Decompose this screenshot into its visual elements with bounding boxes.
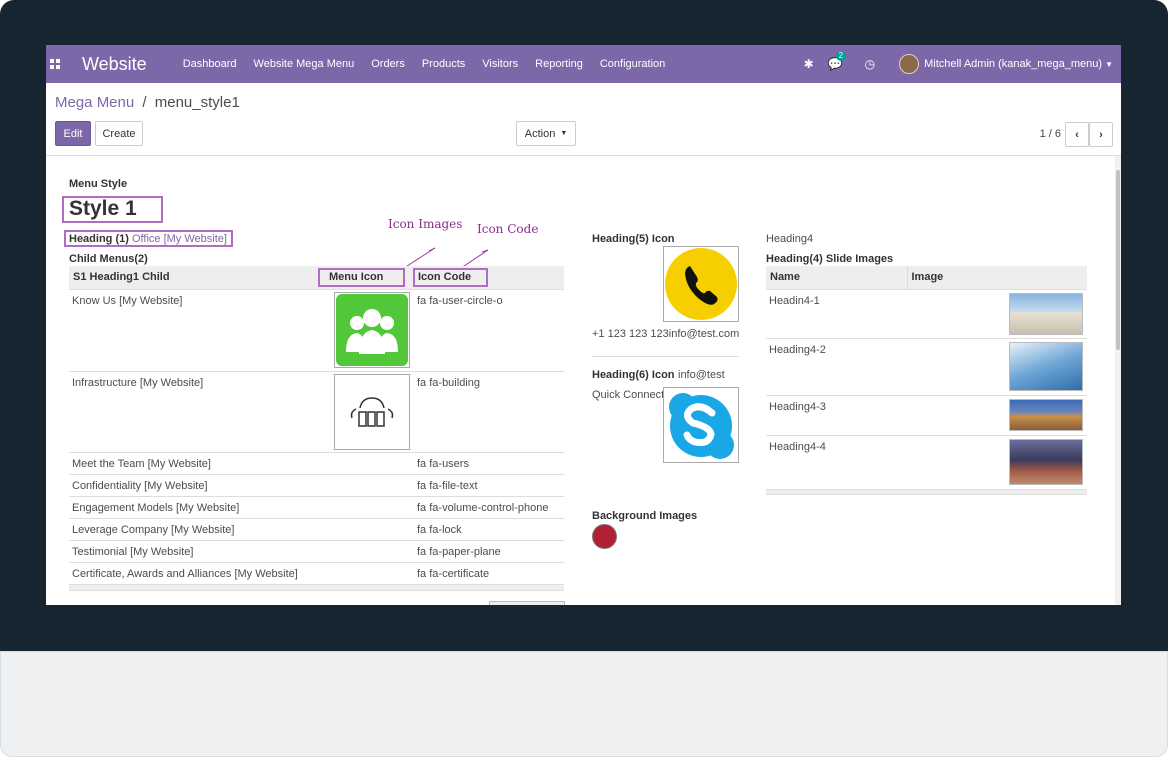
row-name: Engagement Models [My Website]: [69, 496, 317, 519]
row-code: fa fa-volume-control-phone: [412, 496, 564, 519]
table-row[interactable]: Certificate, Awards and Alliances [My We…: [69, 562, 564, 585]
messages-badge: 2: [835, 51, 847, 61]
row-code: fa fa-paper-plane: [412, 540, 564, 563]
bug-icon[interactable]: ✱: [804, 57, 814, 71]
navbar-systray: ✱ 💬 2 ◷ Mitchell Admin (kanak_mega_menu) …: [804, 45, 1113, 83]
chevron-left-icon: ‹: [1075, 128, 1079, 141]
section-divider: [592, 356, 739, 357]
phone-icon[interactable]: [663, 246, 739, 322]
column-header-name[interactable]: Name: [766, 266, 908, 290]
row-name: Meet the Team [My Website]: [69, 452, 317, 475]
table-row[interactable]: Testimonial [My Website] fa fa-paper-pla…: [69, 540, 564, 563]
table-footer: [766, 489, 1087, 495]
table-row[interactable]: Know Us [My Website] fa fa-user-circle-o: [69, 289, 564, 372]
column-header-name[interactable]: S1 Heading1 Child: [69, 266, 317, 290]
activity-clock-icon[interactable]: ◷: [865, 57, 875, 71]
bottom-pager-stub: [489, 601, 565, 605]
heading4-value: Heading4: [766, 233, 814, 245]
pager-value[interactable]: 1 / 6: [1040, 128, 1061, 140]
table-header-row: Name Image: [766, 266, 1087, 290]
chevron-right-icon: ›: [1099, 128, 1103, 141]
row-code: fa fa-users: [412, 452, 564, 475]
table-footer: [69, 584, 564, 591]
icon-code-header-highlight: [413, 268, 488, 287]
user-name: Mitchell Admin (kanak_mega_menu): [924, 57, 1103, 70]
row-code: fa fa-user-circle-o: [412, 289, 564, 372]
child-menus-table: S1 Heading1 Child Menu Icon Icon Code Kn…: [69, 266, 564, 591]
row-code: fa fa-building: [412, 371, 564, 453]
heading5-label: Heading(5) Icon: [592, 233, 675, 245]
table-header-row: S1 Heading1 Child Menu Icon Icon Code: [69, 266, 564, 290]
skype-icon[interactable]: [663, 387, 739, 463]
annotation-arrows: [403, 247, 489, 271]
office-night-thumbnail[interactable]: [1009, 439, 1083, 485]
row-name: Heading4-4: [766, 435, 907, 490]
row-name: Headin4-1: [766, 289, 907, 339]
row-name: Leverage Company [My Website]: [69, 518, 317, 541]
caret-down-icon: ▼: [1105, 59, 1113, 69]
infrastructure-icon[interactable]: [334, 374, 410, 450]
pager-next-button[interactable]: ›: [1089, 122, 1113, 147]
heading5-text: +1 123 123 123info@test.com: [592, 328, 740, 340]
monitor-frame: Website Dashboard Website Mega Menu Orde…: [0, 0, 1168, 757]
heading6-label: Heading(6) Icon: [592, 369, 675, 381]
column-header-image[interactable]: Image: [907, 266, 1087, 290]
vertical-scrollbar[interactable]: [1115, 156, 1121, 605]
background-color-swatch[interactable]: [592, 524, 617, 549]
table-row[interactable]: Leverage Company [My Website] fa fa-lock: [69, 518, 564, 541]
row-name: Heading4-3: [766, 395, 907, 436]
table-row[interactable]: Confidentiality [My Website] fa fa-file-…: [69, 474, 564, 497]
app-screen: Website Dashboard Website Mega Menu Orde…: [46, 45, 1121, 605]
quick-connect-label: Quick Connect: [592, 389, 665, 401]
messages-icon[interactable]: 💬 2: [828, 51, 847, 71]
avatar: [899, 54, 920, 74]
row-name: Know Us [My Website]: [69, 289, 317, 372]
row-name: Infrastructure [My Website]: [69, 371, 317, 453]
table-row[interactable]: Meet the Team [My Website] fa fa-users: [69, 452, 564, 475]
table-row[interactable]: Engagement Models [My Website] fa fa-vol…: [69, 496, 564, 519]
row-code: fa fa-certificate: [412, 562, 564, 585]
background-images-label: Background Images: [592, 510, 698, 522]
skyscraper-thumbnail[interactable]: [1009, 342, 1083, 391]
row-code: fa fa-file-text: [412, 474, 564, 497]
table-row[interactable]: Infrastructure [My Website] fa fa-buildi…: [69, 371, 564, 453]
row-name: Confidentiality [My Website]: [69, 474, 317, 497]
row-name: Testimonial [My Website]: [69, 540, 317, 563]
campus-thumbnail[interactable]: [1009, 399, 1083, 431]
menu-icon-header-highlight: [318, 268, 405, 287]
row-name: Certificate, Awards and Alliances [My We…: [69, 562, 317, 585]
monitor-chin: [0, 651, 1168, 757]
building-thumbnail[interactable]: [1009, 293, 1083, 335]
users-group-icon[interactable]: [334, 292, 410, 368]
row-code: fa fa-lock: [412, 518, 564, 541]
heading4-slide-images-label: Heading(4) Slide Images: [766, 253, 894, 265]
row-name: Heading4-2: [766, 338, 907, 396]
heading6-value[interactable]: info@test: [678, 369, 725, 381]
user-menu[interactable]: Mitchell Admin (kanak_mega_menu) ▼: [899, 54, 1113, 74]
child-menus-label: Child Menus(2): [69, 253, 148, 265]
pager-previous-button[interactable]: ‹: [1065, 122, 1089, 147]
